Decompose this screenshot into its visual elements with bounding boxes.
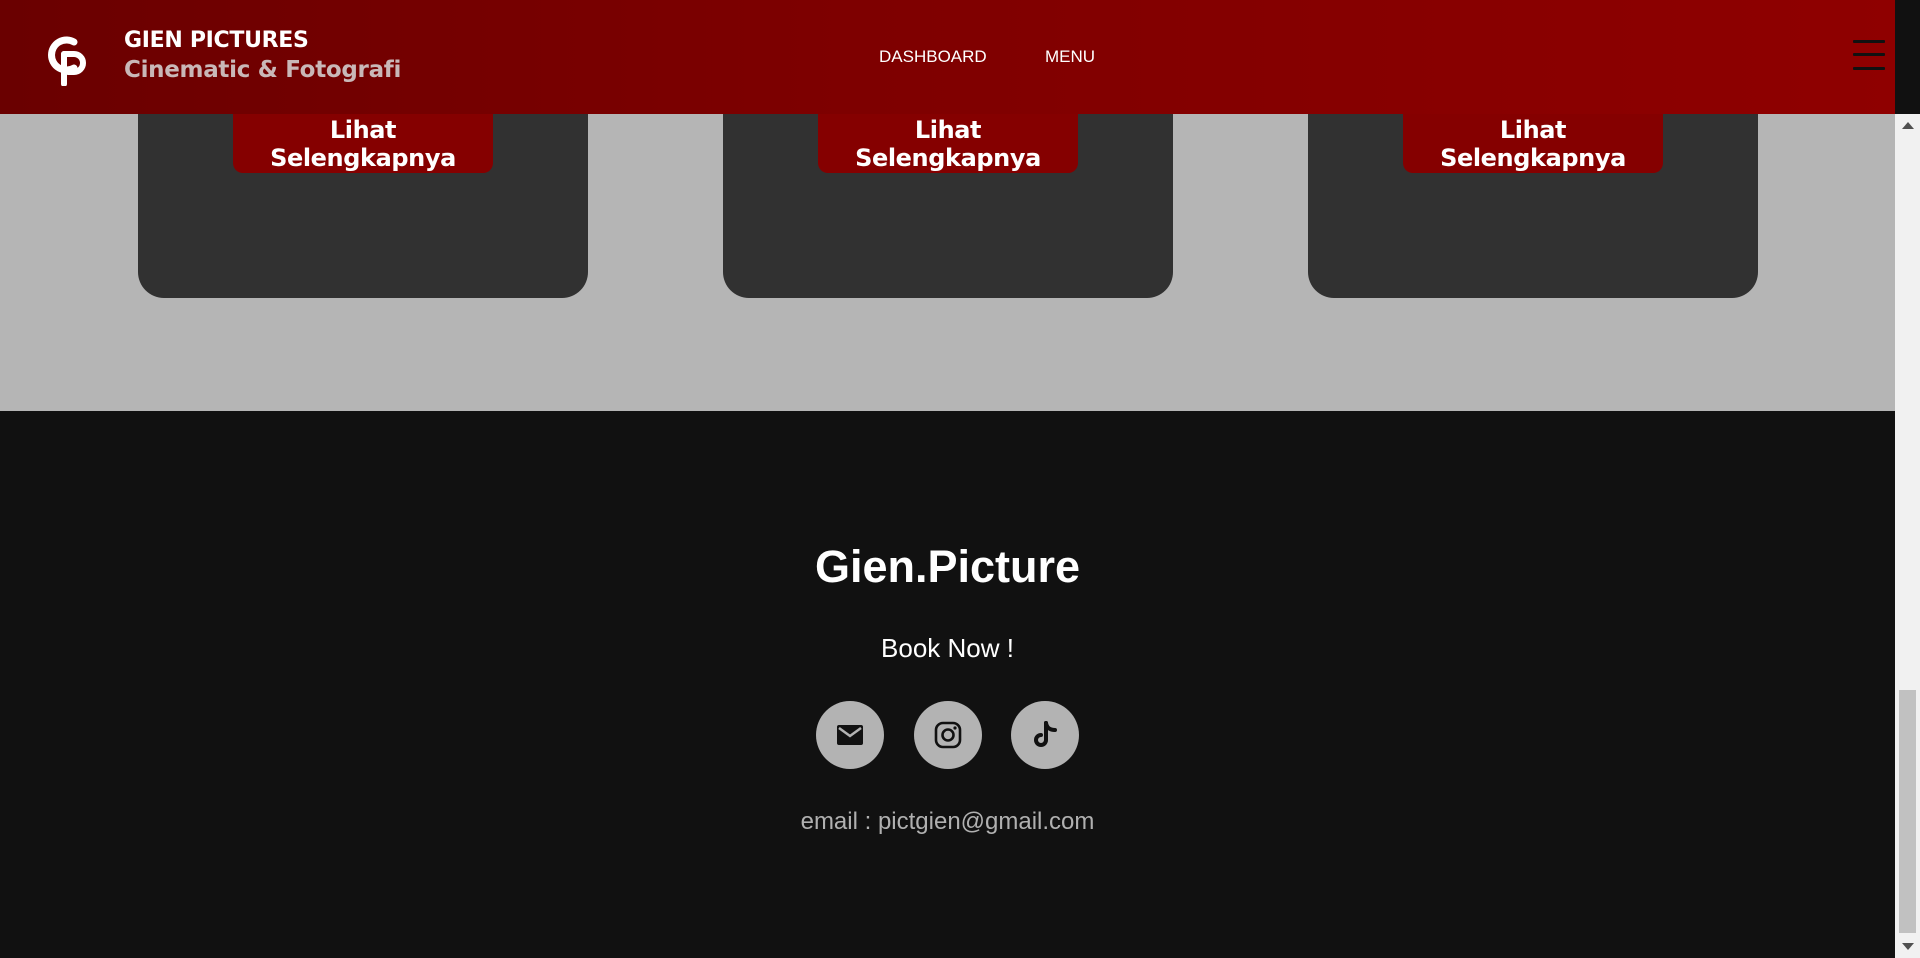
nav-menu-link[interactable]: MENU (1045, 47, 1095, 67)
scroll-down-arrow-icon[interactable] (1902, 943, 1914, 950)
instagram-icon (934, 721, 962, 749)
footer-email: email : pictgien@gmail.com (800, 808, 1095, 835)
top-navbar: GIEN PICTURES Cinematic & Fotografi DASH… (0, 0, 1895, 114)
gallery-card: Lihat Selengkapnya (723, 94, 1173, 298)
gallery-card: Lihat Selengkapnya (1308, 94, 1758, 298)
tiktok-button[interactable] (1011, 701, 1079, 769)
brand-subtitle: Cinematic & Fotografi (124, 57, 402, 83)
gallery-card: Lihat Selengkapnya (138, 94, 588, 298)
gallery-section: Lihat Selengkapnya Lihat Selengkapnya Li… (0, 94, 1895, 411)
see-more-button[interactable]: Lihat Selengkapnya (818, 114, 1078, 173)
see-more-button[interactable]: Lihat Selengkapnya (1403, 114, 1663, 173)
book-now-text: Book Now ! (881, 633, 1014, 663)
see-more-button[interactable]: Lihat Selengkapnya (233, 114, 493, 173)
hamburger-icon[interactable] (1853, 38, 1885, 72)
scroll-up-arrow-icon[interactable] (1902, 122, 1914, 129)
nav-dashboard-link[interactable]: DASHBOARD (879, 47, 987, 67)
mail-button[interactable] (816, 701, 884, 769)
tiktok-icon (1034, 721, 1057, 747)
footer: Gien.Picture Book Now ! email : pictgien… (0, 411, 1895, 958)
gp-logo-icon[interactable] (44, 32, 90, 86)
mail-icon (837, 725, 863, 745)
brand-title: GIEN PICTURES (124, 28, 309, 53)
scrollbar-thumb[interactable] (1899, 690, 1916, 933)
instagram-button[interactable] (914, 701, 982, 769)
vertical-scrollbar[interactable] (1895, 114, 1920, 958)
footer-title: Gien.Picture (814, 541, 1081, 592)
